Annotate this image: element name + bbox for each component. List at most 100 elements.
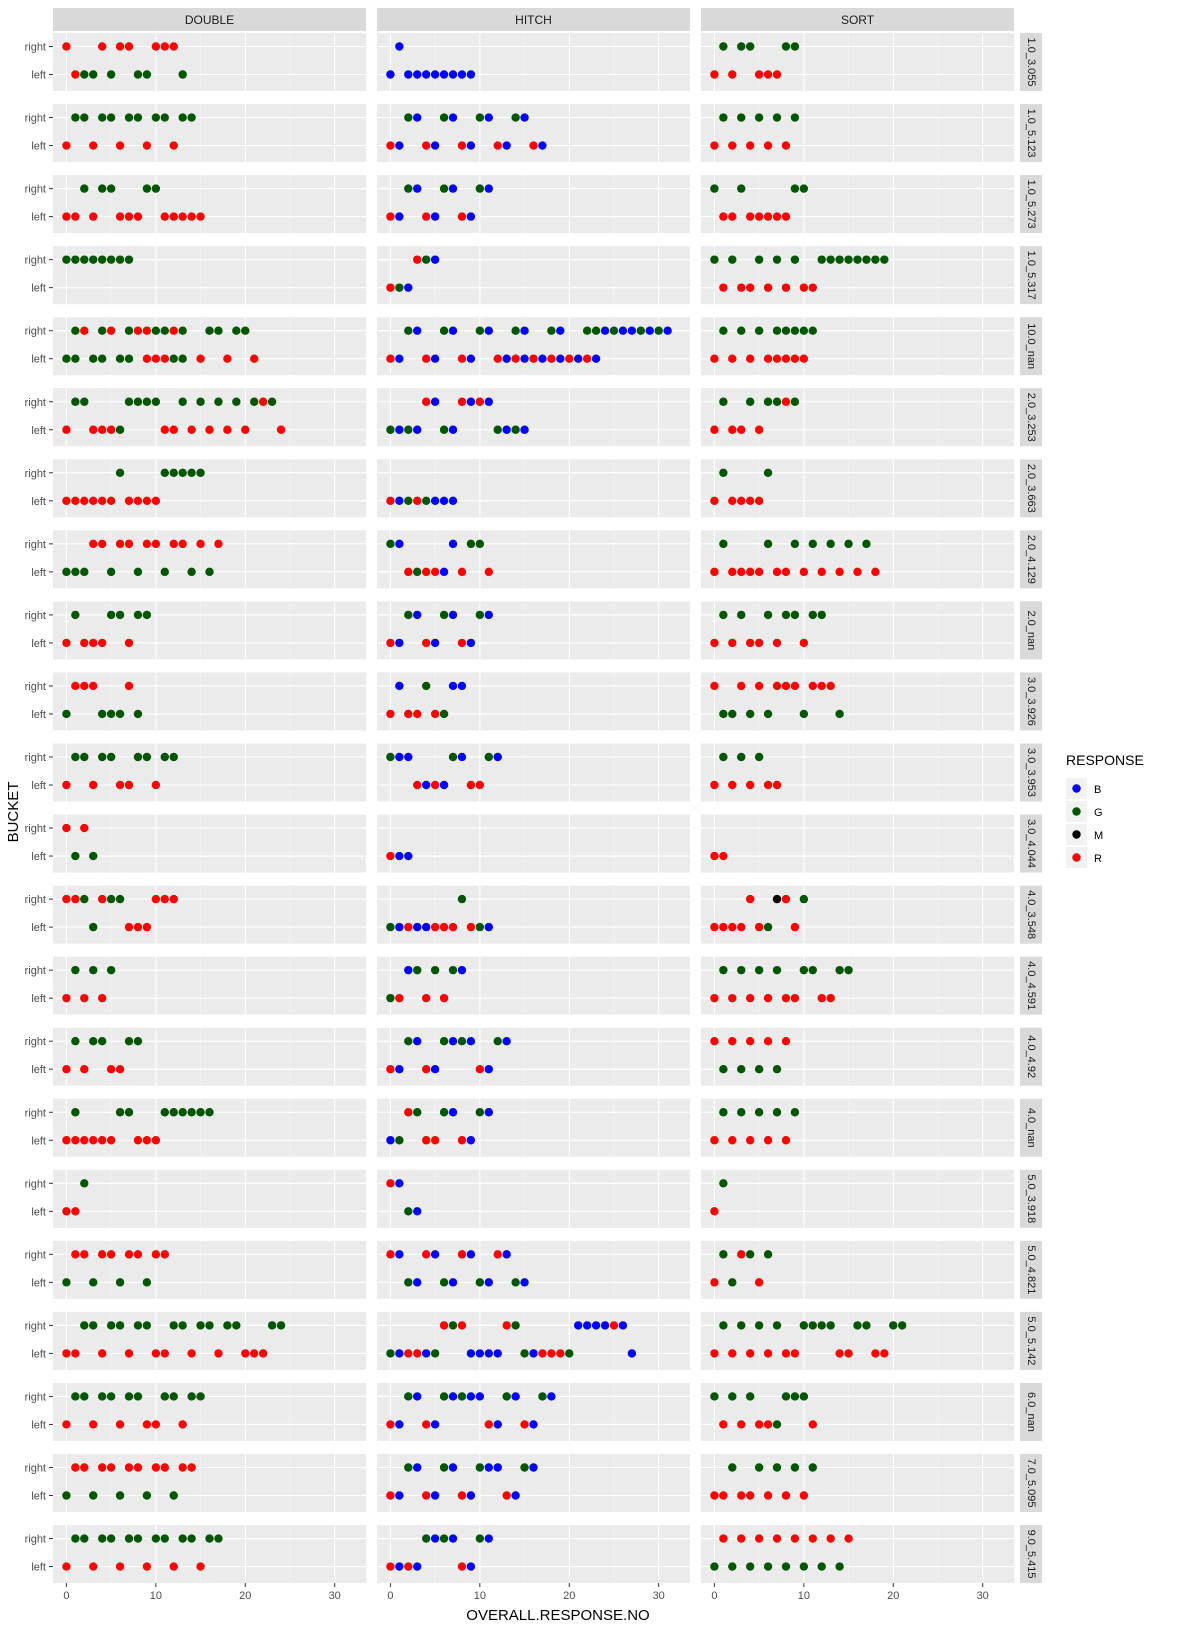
data-point — [160, 1349, 169, 1358]
data-point — [133, 1463, 143, 1472]
data-point — [520, 113, 529, 122]
y-tick-label: right — [25, 1178, 46, 1190]
column-strip-label: SORT — [841, 13, 875, 27]
data-point — [826, 1534, 835, 1543]
data-point — [448, 1037, 458, 1046]
data-point — [710, 567, 719, 577]
data-point — [737, 922, 746, 932]
data-point — [772, 894, 782, 904]
data-point — [475, 397, 485, 406]
data-point — [160, 1108, 169, 1117]
data-point — [142, 354, 152, 363]
data-point — [745, 1562, 755, 1571]
data-point — [520, 1420, 529, 1429]
data-point — [484, 326, 493, 335]
data-point — [790, 922, 800, 932]
data-point — [97, 326, 107, 335]
data-point — [187, 1463, 196, 1472]
data-point — [538, 354, 547, 363]
data-point — [133, 1321, 143, 1330]
data-point — [439, 70, 449, 79]
data-point — [609, 1321, 619, 1330]
y-tick-label: right — [25, 397, 46, 409]
data-point — [404, 496, 413, 505]
row-strip-label: 2.0_3.663 — [1025, 464, 1037, 513]
data-point — [97, 993, 107, 1003]
data-point — [214, 1349, 223, 1358]
data-point — [106, 1321, 116, 1330]
data-point — [62, 1278, 71, 1287]
data-point — [142, 1278, 152, 1287]
data-point — [457, 70, 467, 79]
data-point — [421, 638, 431, 648]
data-point — [808, 681, 817, 691]
panel-background — [53, 1169, 366, 1228]
data-point — [214, 326, 223, 335]
data-point — [808, 610, 817, 620]
data-point — [600, 1321, 610, 1330]
data-point — [241, 1349, 250, 1358]
data-point — [413, 780, 422, 790]
data-point — [772, 255, 782, 264]
data-point — [71, 397, 80, 406]
data-point — [511, 1278, 520, 1287]
data-point — [205, 425, 214, 434]
data-point — [89, 1420, 98, 1429]
panel-background — [701, 1098, 1014, 1157]
data-point — [466, 780, 476, 790]
data-point — [151, 496, 161, 505]
data-point — [169, 141, 178, 150]
data-point — [250, 397, 259, 406]
data-point — [754, 638, 764, 648]
data-point — [790, 993, 800, 1003]
data-point — [187, 567, 196, 577]
data-point — [106, 496, 116, 505]
data-point — [817, 1562, 826, 1571]
data-point — [710, 354, 719, 363]
data-point — [89, 851, 98, 861]
data-point — [817, 993, 826, 1003]
data-point — [745, 1250, 755, 1259]
data-point — [817, 610, 826, 620]
data-point — [169, 752, 178, 762]
data-point — [160, 326, 169, 335]
data-point — [133, 610, 143, 620]
data-point — [493, 1349, 502, 1358]
data-point — [781, 141, 791, 150]
data-point — [142, 1562, 152, 1571]
data-point — [457, 638, 467, 648]
data-point — [728, 212, 737, 221]
data-point — [898, 1321, 907, 1330]
row-strip-label: 4.0_4.92 — [1025, 1035, 1037, 1078]
data-point — [97, 1250, 107, 1259]
panels-layer: DOUBLE HITCH SORT1.0_3.055rightleft1.0_5.1… — [25, 8, 1042, 1602]
data-point — [62, 709, 71, 719]
data-point — [89, 212, 98, 221]
data-point — [781, 1562, 791, 1571]
data-point — [745, 212, 755, 221]
data-point — [124, 539, 134, 549]
data-point — [475, 1065, 485, 1074]
y-tick-label: right — [25, 42, 46, 54]
data-point — [439, 567, 449, 577]
data-point — [421, 141, 431, 150]
data-point — [772, 326, 782, 335]
x-tick-label: 30 — [329, 1590, 341, 1602]
data-point — [133, 1534, 143, 1543]
data-point — [160, 1534, 169, 1543]
data-point — [97, 184, 107, 193]
data-point — [62, 1349, 71, 1358]
data-point — [475, 539, 485, 549]
data-point — [737, 610, 746, 620]
y-tick-label: left — [31, 1064, 46, 1076]
data-point — [71, 1349, 80, 1358]
data-point — [493, 354, 502, 363]
data-point — [745, 354, 755, 363]
data-point — [71, 1392, 80, 1401]
y-tick-label: left — [31, 283, 46, 295]
data-point — [421, 1136, 431, 1145]
data-point — [448, 681, 458, 691]
data-point — [448, 184, 458, 193]
data-point — [80, 567, 89, 577]
data-point — [62, 1065, 71, 1074]
